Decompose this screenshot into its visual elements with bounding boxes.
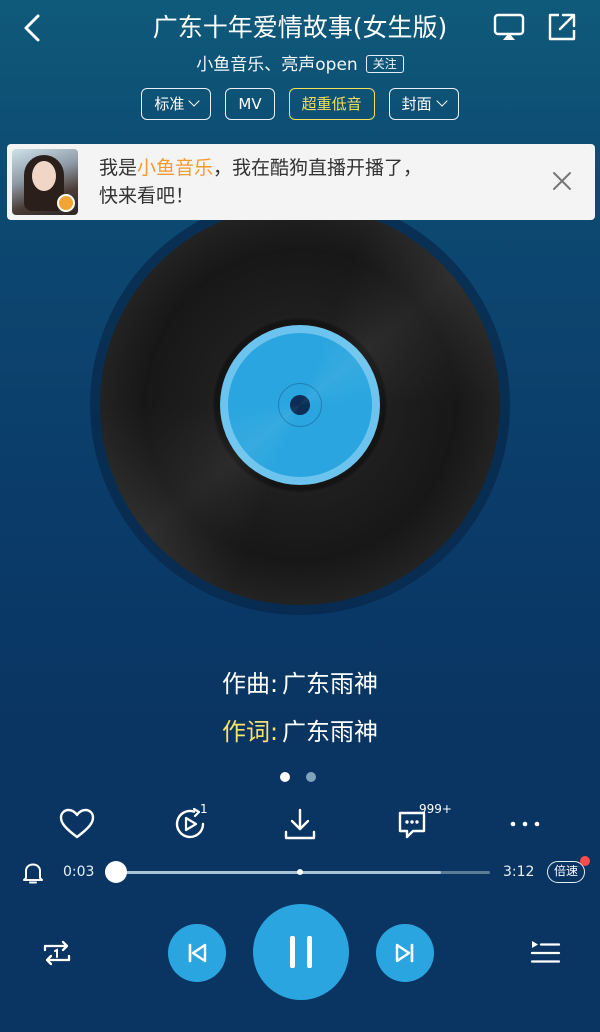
repeat-one-icon[interactable]	[38, 934, 76, 972]
buffer-fill	[110, 871, 441, 874]
cast-icon[interactable]	[492, 10, 526, 44]
mv-chip[interactable]: MV	[225, 88, 275, 120]
lyricist-key: 作词:	[221, 718, 279, 746]
bass-boost-chip-label: 超重低音	[301, 95, 362, 113]
current-time: 0:03	[63, 864, 95, 880]
progress-bar[interactable]	[110, 869, 490, 875]
new-dot	[580, 856, 591, 866]
more-button[interactable]	[505, 804, 545, 844]
quality-chip[interactable]: 标准	[141, 88, 212, 120]
total-time: 3:12	[503, 864, 535, 880]
add-to-playlist-button[interactable]: 1	[170, 802, 210, 844]
climax-marker	[297, 869, 303, 875]
previous-button[interactable]	[168, 924, 226, 982]
header: 广东十年爱情故事(女生版) 小鱼音乐、亮声open 关注 标准 MV 超重低音 封…	[0, 0, 600, 130]
spindle-hole	[290, 395, 310, 415]
star-badge-icon	[57, 194, 75, 212]
composer-credit: 作曲: 广东雨神	[0, 664, 600, 699]
chevron-down-icon	[435, 95, 448, 107]
banner-streamer-name: 小鱼音乐	[137, 157, 214, 179]
playback-controls	[0, 900, 600, 1010]
vinyl-disc	[100, 205, 500, 605]
quality-chips: 标准 MV 超重低音 封面	[0, 88, 600, 120]
action-row: 1 999+	[0, 800, 600, 850]
progress-row: 0:03 3:12 倍速	[0, 856, 600, 888]
more-icon	[510, 821, 540, 827]
share-icon[interactable]	[545, 10, 579, 44]
vinyl-label	[220, 325, 380, 485]
composer-value: 广东雨神	[282, 670, 379, 698]
previous-icon	[188, 943, 207, 963]
page-dot[interactable]	[306, 772, 316, 782]
comment-count: 999+	[419, 802, 452, 816]
song-title: 广东十年爱情故事(女生版)	[152, 13, 448, 42]
follow-button[interactable]: 关注	[365, 55, 404, 73]
play-pause-button[interactable]	[253, 904, 349, 1000]
next-icon	[395, 943, 414, 963]
comments-button[interactable]: 999+	[393, 802, 452, 844]
live-stream-banner[interactable]: 我是小鱼音乐，我在酷狗直播开播了， 快来看吧！	[7, 144, 595, 220]
progress-knob[interactable]	[105, 861, 128, 883]
page-indicator	[280, 767, 332, 786]
pause-icon	[290, 936, 312, 968]
banner-message: 我是小鱼音乐，我在酷狗直播开播了， 快来看吧！	[99, 154, 422, 210]
banner-line2: 快来看吧！	[99, 185, 195, 207]
quality-chip-label: 标准	[154, 95, 185, 113]
download-button[interactable]	[280, 804, 320, 844]
close-icon[interactable]	[551, 170, 573, 192]
like-button[interactable]	[57, 804, 97, 844]
heart-icon	[59, 808, 95, 839]
bell-icon[interactable]	[20, 860, 46, 886]
playlist-count: 1	[200, 802, 208, 816]
chevron-down-icon	[188, 95, 201, 107]
next-button[interactable]	[376, 924, 434, 982]
banner-prefix: 我是	[99, 157, 138, 179]
back-arrow-icon[interactable]	[14, 8, 54, 48]
artist-row: 小鱼音乐、亮声open 关注	[0, 50, 600, 75]
page-dot-active[interactable]	[280, 772, 290, 782]
speed-button[interactable]: 倍速	[547, 856, 591, 883]
vinyl-record[interactable]	[90, 195, 510, 615]
composer-key: 作曲:	[221, 670, 279, 698]
lyricist-credit: 作词: 广东雨神	[0, 712, 600, 747]
banner-suffix: ，我在酷狗直播开播了，	[213, 157, 423, 179]
cover-chip-label: 封面	[401, 95, 432, 113]
lyricist-value: 广东雨神	[282, 718, 379, 746]
streamer-avatar[interactable]	[12, 149, 78, 215]
bass-boost-chip[interactable]: 超重低音	[288, 88, 375, 120]
artist-name[interactable]: 小鱼音乐、亮声open	[196, 55, 357, 75]
cover-chip[interactable]: 封面	[388, 88, 459, 120]
queue-icon[interactable]	[528, 936, 562, 970]
mv-chip-label: MV	[238, 95, 262, 113]
speed-label: 倍速	[554, 864, 579, 878]
download-icon	[284, 808, 316, 840]
